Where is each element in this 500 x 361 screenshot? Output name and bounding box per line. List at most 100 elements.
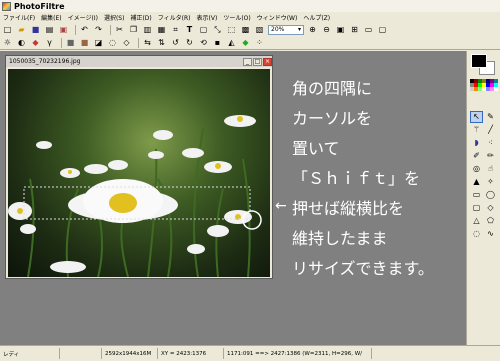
image-canvas[interactable] bbox=[8, 69, 270, 277]
status-spacer bbox=[60, 348, 102, 359]
eraser-icon[interactable]: ✧ bbox=[484, 176, 497, 188]
sharpen-icon[interactable]: ◇ bbox=[121, 38, 132, 49]
noise-icon[interactable]: ⁘ bbox=[254, 38, 265, 49]
paste-new-icon[interactable]: ▦ bbox=[156, 24, 167, 35]
fit-window-icon[interactable]: ⊞ bbox=[349, 24, 360, 35]
flip-horizontal-icon[interactable]: ⇆ bbox=[142, 38, 153, 49]
foreground-color-swatch[interactable] bbox=[471, 54, 487, 68]
zoom-select[interactable]: 20% ▾ bbox=[268, 24, 304, 35]
zoom-in-icon[interactable]: ⊕ bbox=[307, 24, 318, 35]
magic-wand-icon[interactable]: ⚚ bbox=[470, 124, 483, 136]
crop-auto-icon[interactable]: ▧ bbox=[254, 24, 265, 35]
menu-filter[interactable]: フィルタ(R) bbox=[158, 13, 191, 22]
app-title: PhotoFiltre bbox=[14, 1, 65, 11]
rotate-180-icon[interactable]: ⟲ bbox=[198, 38, 209, 49]
undo-icon[interactable]: ↶ bbox=[79, 24, 90, 35]
frame-icon[interactable]: ▢ bbox=[198, 24, 209, 35]
flip-vertical-icon[interactable]: ⇅ bbox=[156, 38, 167, 49]
cut-icon[interactable]: ✂ bbox=[114, 24, 125, 35]
fill-bucket-icon[interactable]: ◗ bbox=[470, 137, 483, 149]
annotation-line: 押せば縦横比を bbox=[292, 199, 405, 218]
color-icon[interactable]: ◆ bbox=[240, 38, 251, 49]
ellipse-select-icon[interactable]: ◯ bbox=[484, 189, 497, 201]
blur-brush-icon[interactable]: ◎ bbox=[470, 163, 483, 175]
status-selection: 1171:091 ==> 2427:1386 (W=2311, H=296, W… bbox=[224, 348, 372, 359]
actual-size-icon[interactable]: ▣ bbox=[335, 24, 346, 35]
status-bar: レディ 2592x1944x16M XY = 2423:1376 1171:09… bbox=[0, 345, 500, 361]
status-coords: XY = 2423:1376 bbox=[158, 348, 224, 359]
menu-window[interactable]: ウィンドウ(W) bbox=[257, 13, 298, 22]
document-filename: 1050035_70232196.jpg bbox=[9, 58, 81, 65]
print-icon[interactable]: ▤ bbox=[44, 24, 55, 35]
contrast-icon[interactable]: ◐ bbox=[16, 38, 27, 49]
diamond-icon[interactable]: ◇ bbox=[484, 202, 497, 214]
annotation-line: 維持したまま bbox=[292, 229, 388, 248]
bezier-icon[interactable]: ∿ bbox=[484, 228, 497, 240]
line-icon[interactable]: ╱ bbox=[484, 124, 497, 136]
rotate-right-icon[interactable]: ↻ bbox=[184, 38, 195, 49]
polygon-icon[interactable]: ⬠ bbox=[484, 215, 497, 227]
redo-icon[interactable]: ↷ bbox=[93, 24, 104, 35]
dust-icon[interactable]: ▪ bbox=[212, 38, 223, 49]
zoom-value: 20% bbox=[271, 26, 285, 33]
canvas-icon[interactable]: ⬚ bbox=[226, 24, 237, 35]
annotation-line: 「Ｓｈｉｆｔ」を bbox=[292, 169, 421, 188]
rotate-left-icon[interactable]: ↺ bbox=[170, 38, 181, 49]
open-icon[interactable]: ▰ bbox=[16, 24, 27, 35]
image-size-icon[interactable]: ▩ bbox=[240, 24, 251, 35]
toolbar-separator bbox=[75, 24, 76, 35]
blur-icon[interactable]: ◌ bbox=[107, 38, 118, 49]
rounded-rect-icon[interactable]: ▢ bbox=[470, 202, 483, 214]
main-toolbar: □ ▰ ■ ▤ ▣ ↶ ↷ ✂ ❐ ▥ ▦ ⌗ T ▢ ⤡ ⬚ ▩ ▧ 20% ▾… bbox=[0, 23, 500, 36]
filter-toolbar: ☼ ◐ ◆ γ ■ ■ ◪ ◌ ◇ ⇆ ⇅ ↺ ↻ ⟲ ▪ ◭ ◆ ⁘ bbox=[0, 37, 500, 50]
menu-select[interactable]: 選択(S) bbox=[104, 13, 125, 22]
paste-icon[interactable]: ▥ bbox=[142, 24, 153, 35]
maximize-icon[interactable]: □ bbox=[253, 57, 262, 66]
menu-help[interactable]: ヘルプ(Z) bbox=[303, 13, 330, 22]
color-palette[interactable] bbox=[470, 79, 498, 91]
resize-icon[interactable]: ⤡ bbox=[212, 24, 223, 35]
photofiltre-window: PhotoFiltre ファイル(F) 編集(E) イメージ(I) 選択(S) … bbox=[0, 0, 500, 361]
sepia-icon[interactable]: ■ bbox=[79, 38, 90, 49]
menu-edit[interactable]: 編集(E) bbox=[41, 13, 61, 22]
toolbar-separator bbox=[138, 38, 139, 48]
close-icon[interactable]: × bbox=[263, 57, 272, 66]
level-icon[interactable]: ◭ bbox=[226, 38, 237, 49]
minimize-icon[interactable]: _ bbox=[243, 57, 252, 66]
annotation-line: 角の四隅に bbox=[292, 79, 373, 98]
document-titlebar[interactable]: 1050035_70232196.jpg _ □ × bbox=[6, 56, 272, 67]
scan-icon[interactable]: ▣ bbox=[58, 24, 69, 35]
saturation-icon[interactable]: ◆ bbox=[30, 38, 41, 49]
pointer-tool-icon[interactable]: ↖ bbox=[470, 111, 483, 123]
fullscreen-icon[interactable]: ▭ bbox=[363, 24, 374, 35]
menu-file[interactable]: ファイル(F) bbox=[3, 13, 35, 22]
spray-icon[interactable]: ⁖ bbox=[484, 137, 497, 149]
app-icon bbox=[2, 1, 11, 11]
crop-icon[interactable]: ⌗ bbox=[170, 24, 181, 35]
eyedropper-icon[interactable]: ✎ bbox=[484, 111, 497, 123]
instruction-annotation: 角の四隅に カーソルを 置いて 「Ｓｈｉｆｔ」を 押せば縦横比を 維持したまま … bbox=[292, 74, 462, 284]
negative-icon[interactable]: ◪ bbox=[93, 38, 104, 49]
status-ready: レディ bbox=[0, 348, 60, 359]
pencil-icon[interactable]: ✏ bbox=[484, 150, 497, 162]
menu-adjust[interactable]: 補正(D) bbox=[130, 13, 151, 22]
menu-tools[interactable]: ツール(O) bbox=[223, 13, 250, 22]
zoom-out-icon[interactable]: ⊖ bbox=[321, 24, 332, 35]
new-icon[interactable]: □ bbox=[2, 24, 13, 35]
lasso-icon[interactable]: ◌ bbox=[470, 228, 483, 240]
monitor-icon[interactable]: ▢ bbox=[377, 24, 388, 35]
menu-view[interactable]: 表示(V) bbox=[197, 13, 218, 22]
finger-icon[interactable]: ☝ bbox=[484, 163, 497, 175]
clone-stamp-icon[interactable]: ▲ bbox=[470, 176, 483, 188]
tool-palette: ↖ ✎ ⚚ ╱ ◗ ⁖ ✐ ✏ ◎ ☝ ▲ ✧ ▭ ◯ ▢ ◇ △ ⬠ ◌ ∿ bbox=[466, 51, 500, 345]
copy-icon[interactable]: ❐ bbox=[128, 24, 139, 35]
menu-image[interactable]: イメージ(I) bbox=[68, 13, 98, 22]
grayscale-icon[interactable]: ■ bbox=[65, 38, 76, 49]
triangle-icon[interactable]: △ bbox=[470, 215, 483, 227]
text-icon[interactable]: T bbox=[184, 24, 195, 35]
gamma-icon[interactable]: γ bbox=[44, 38, 55, 49]
brush-icon[interactable]: ✐ bbox=[470, 150, 483, 162]
save-icon[interactable]: ■ bbox=[30, 24, 41, 35]
brightness-icon[interactable]: ☼ bbox=[2, 38, 13, 49]
rectangle-select-icon[interactable]: ▭ bbox=[470, 189, 483, 201]
